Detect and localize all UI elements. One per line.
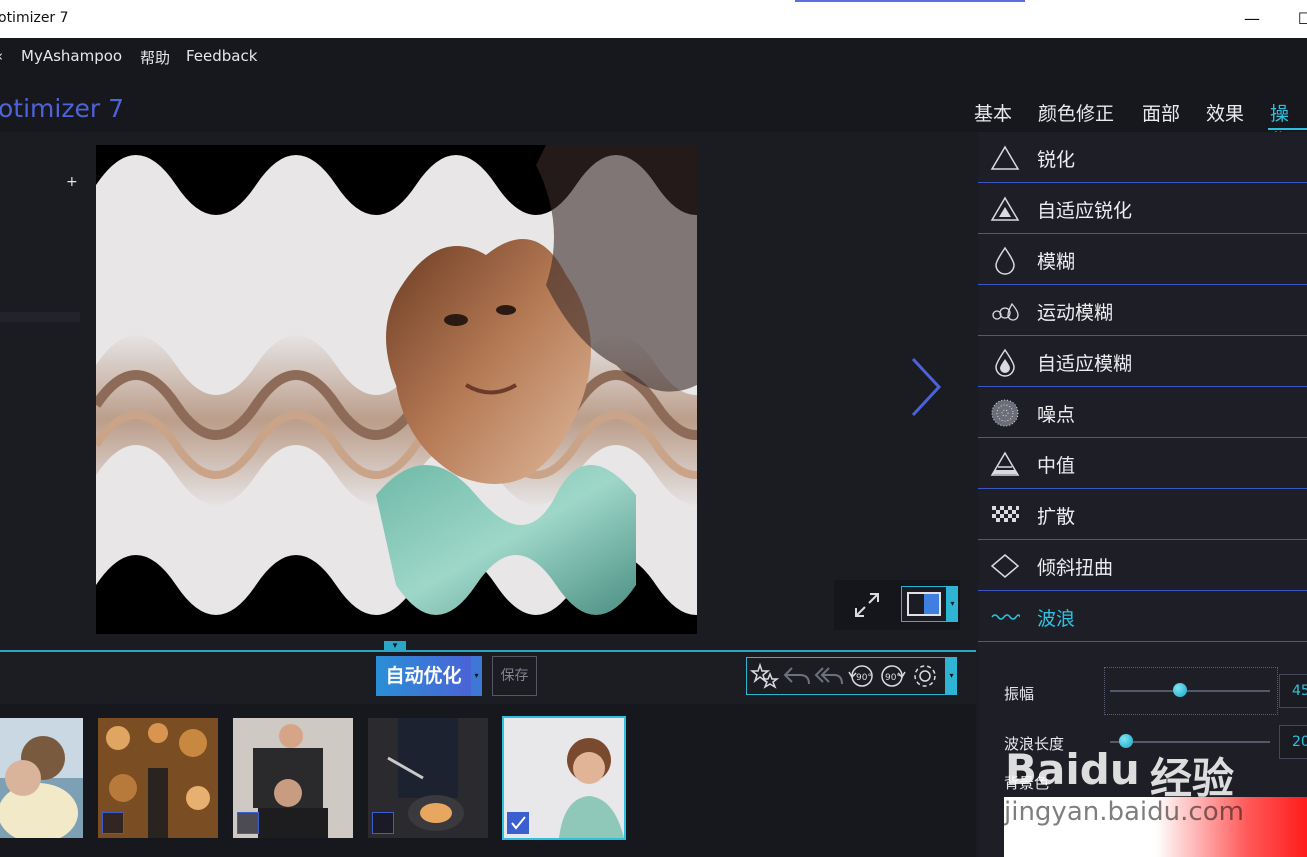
compare-view-dropdown[interactable]: ▾ — [947, 586, 958, 622]
op-label: 自适应模糊 — [1037, 353, 1133, 375]
app-window: otimizer 7 — ☐ ‹ MyAshampoo 帮助 Feedback … — [0, 0, 1307, 857]
split-view-icon — [907, 592, 941, 616]
window-title: otimizer 7 — [0, 10, 69, 26]
watermark-url: jingyan.baidu.com — [1004, 797, 1244, 827]
op-noise[interactable]: 噪点 — [978, 387, 1307, 438]
thumbnail-checkbox[interactable] — [237, 812, 259, 834]
thumbnail-checkbox[interactable] — [102, 812, 124, 834]
left-panel — [0, 132, 88, 652]
thumbnail-cooking[interactable] — [368, 718, 488, 838]
minimize-button[interactable]: — — [1237, 6, 1267, 32]
fullscreen-icon[interactable] — [850, 588, 884, 622]
op-blur[interactable]: 模糊 — [978, 234, 1307, 285]
stars-icon[interactable] — [750, 662, 780, 690]
next-image-icon[interactable] — [905, 355, 945, 419]
title-bar: otimizer 7 — ☐ — [0, 0, 1307, 38]
triangle-nested-icon — [990, 196, 1020, 221]
op-label: 扩散 — [1037, 506, 1076, 528]
op-median[interactable]: 中值 — [978, 438, 1307, 489]
save-button[interactable]: 保存 — [492, 656, 537, 696]
thumbnail-hairdresser[interactable] — [233, 718, 353, 838]
thumbnail-checkbox-checked[interactable] — [507, 812, 529, 834]
rotate-right-icon[interactable]: 90° — [878, 662, 908, 690]
op-label: 波浪 — [1037, 608, 1076, 630]
checker-icon — [992, 506, 1019, 522]
wavelength-value-field[interactable]: 20 — [1279, 725, 1307, 759]
svg-text:90°: 90° — [856, 673, 872, 683]
maximize-button[interactable]: ☐ — [1290, 6, 1307, 32]
svg-text:90°: 90° — [885, 673, 901, 683]
op-label: 中值 — [1037, 455, 1076, 477]
menu-item-file[interactable]: ‹ — [0, 47, 3, 65]
op-motion-blur[interactable]: 运动模糊 — [978, 285, 1307, 336]
amplitude-slider-track[interactable] — [1110, 690, 1270, 692]
triangle-outline-icon — [990, 145, 1020, 170]
droplet-outline-icon — [995, 246, 1015, 275]
thumbnail-shop[interactable] — [98, 718, 218, 838]
op-adaptive-sharpen[interactable]: 自适应锐化 — [978, 183, 1307, 234]
thumbnail-checkbox[interactable] — [372, 812, 394, 834]
op-label: 运动模糊 — [1037, 302, 1114, 324]
op-label: 自适应锐化 — [1037, 200, 1133, 222]
op-label: 模糊 — [1037, 251, 1076, 273]
diamond-icon — [990, 554, 1020, 578]
op-label: 锐化 — [1037, 149, 1076, 171]
menu-item-help[interactable]: 帮助 — [140, 47, 170, 68]
tab-face[interactable]: 面部 — [1142, 99, 1180, 126]
thumbnail-child[interactable] — [502, 716, 626, 840]
op-label: 噪点 — [1037, 404, 1076, 426]
collapse-toggle[interactable]: ▾ — [384, 641, 406, 652]
op-skew[interactable]: 倾斜扭曲 — [978, 540, 1307, 591]
thumbnail-couple[interactable] — [0, 718, 83, 838]
wave-distorted-photo — [96, 145, 697, 634]
tab-basic[interactable]: 基本 — [974, 99, 1012, 126]
tab-effects[interactable]: 效果 — [1206, 99, 1244, 126]
active-tab-indicator — [1268, 128, 1307, 130]
settings-gear-icon[interactable] — [910, 662, 940, 690]
menu-item-feedback[interactable]: Feedback — [186, 47, 257, 65]
undo-icon[interactable] — [782, 662, 812, 690]
edit-tools-dropdown[interactable]: ▾ — [946, 657, 957, 695]
auto-optimize-button[interactable]: 自动优化 — [376, 656, 471, 696]
main-image-preview[interactable] — [96, 145, 697, 634]
op-wave[interactable]: 波浪 — [978, 591, 1307, 642]
add-icon[interactable]: + — [66, 174, 78, 190]
menu-bar: ‹ MyAshampoo 帮助 Feedback — [0, 38, 1307, 74]
op-diffuse[interactable]: 扩散 — [978, 489, 1307, 540]
wave-icon — [991, 614, 1020, 620]
amplitude-label: 振幅 — [1004, 685, 1035, 703]
op-sharpen[interactable]: 锐化 — [978, 132, 1307, 183]
undo-all-icon[interactable] — [814, 662, 844, 690]
rotate-left-icon[interactable]: 90° — [846, 662, 876, 690]
motion-drops-icon — [992, 302, 1019, 321]
title-accent-line — [795, 0, 1025, 2]
tab-color-correction[interactable]: 颜色修正 — [1038, 99, 1114, 126]
left-panel-bar — [0, 312, 80, 322]
watermark-brand: Baidu — [1005, 745, 1140, 794]
app-logo-text: otimizer 7 — [0, 94, 124, 123]
noise-sphere-icon — [991, 399, 1019, 427]
pyramid-icon — [990, 451, 1020, 476]
wavelength-slider-track[interactable] — [1110, 741, 1270, 743]
checkmark-icon — [511, 816, 526, 830]
op-label: 倾斜扭曲 — [1037, 557, 1114, 579]
menu-item-myashampoo[interactable]: MyAshampoo — [21, 47, 122, 65]
thumbnail-image — [0, 718, 83, 838]
amplitude-value-field[interactable]: 45 — [1279, 674, 1307, 708]
droplet-filled-icon — [995, 348, 1015, 377]
op-adaptive-blur[interactable]: 自适应模糊 — [978, 336, 1307, 387]
compare-view-button[interactable] — [901, 586, 947, 622]
auto-optimize-dropdown[interactable]: ▾ — [471, 656, 482, 696]
